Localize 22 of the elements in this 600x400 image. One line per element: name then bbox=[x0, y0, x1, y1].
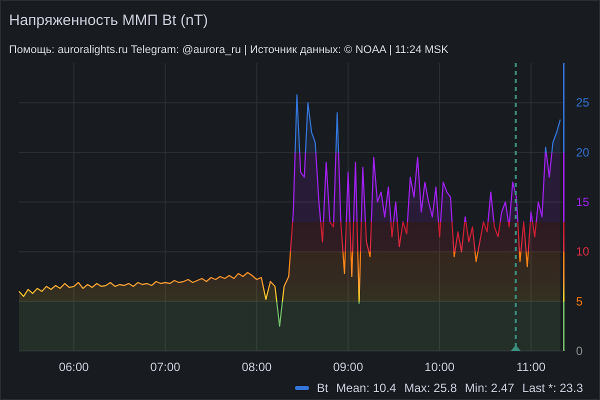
legend-label[interactable]: Bt bbox=[316, 379, 328, 397]
axis-tick-label: 08:00 bbox=[242, 360, 272, 374]
axis-tick-label: 10:00 bbox=[424, 360, 455, 374]
axis-tick-label: 25 bbox=[576, 96, 590, 110]
axis-tick-label: 15 bbox=[576, 195, 590, 210]
legend-stat: Min: 2.47 bbox=[464, 380, 514, 397]
panel-subtitle: Помощь: auroralights.ru Telegram: @aurora_ru | Источник данных: © NOAA | 11:24 MSK bbox=[9, 44, 448, 56]
legend-stat: Last *: 23.3 bbox=[522, 380, 583, 397]
legend-stat: Mean: 10.4 bbox=[336, 380, 396, 397]
axis-tick-label: 20 bbox=[576, 145, 590, 160]
legend-stat: Max: 25.8 bbox=[404, 380, 457, 397]
legend-swatch[interactable] bbox=[294, 386, 309, 390]
panel-title: Напряженность ММП Bt (nT) bbox=[9, 12, 208, 29]
axis-tick-label: 0 bbox=[576, 344, 583, 358]
axis-tick-label: 11:00 bbox=[516, 360, 546, 374]
axis-tick-label: 5 bbox=[576, 294, 583, 308]
axis-tick-label: 10 bbox=[576, 244, 590, 259]
axis-tick-label: 06:00 bbox=[58, 360, 89, 374]
axis-tick-label: 07:00 bbox=[150, 360, 180, 374]
reference-line[interactable] bbox=[514, 63, 517, 347]
axis-tick-label: 09:00 bbox=[333, 360, 364, 374]
marker-icon[interactable] bbox=[510, 345, 521, 351]
